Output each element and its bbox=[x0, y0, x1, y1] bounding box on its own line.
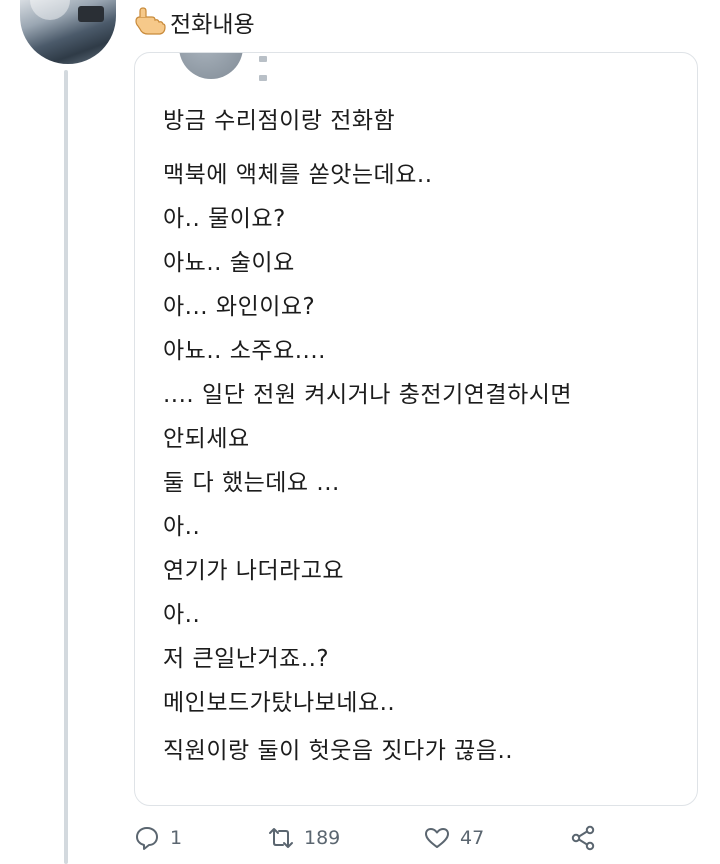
retweet-count: 189 bbox=[304, 827, 341, 849]
text-line: 연기가 나더라고요 bbox=[163, 558, 345, 584]
text-line: 아... 와인이요? bbox=[163, 294, 316, 320]
tweet-actions: 1 189 47 bbox=[134, 822, 614, 854]
text-line: 둘 다 했는데요 ... bbox=[163, 470, 340, 496]
reply-icon bbox=[136, 827, 158, 850]
text-line: 방금 수리점이랑 전화함 bbox=[163, 108, 396, 134]
tweet-header: 전화내용 bbox=[134, 6, 255, 38]
text-line: .... 일단 전원 켜시거나 충전기연결하시면 bbox=[163, 382, 573, 408]
tweet-title: 전화내용 bbox=[170, 12, 255, 38]
text-line: 메인보드가탔나보네요.. bbox=[163, 690, 396, 716]
text-line: 아.. bbox=[163, 602, 201, 628]
retweet-icon bbox=[269, 828, 293, 848]
like-count: 47 bbox=[460, 827, 485, 849]
thread-line bbox=[64, 70, 68, 864]
text-line: 맥북에 액체를 쏟앗는데요.. bbox=[163, 162, 433, 188]
retweet-button[interactable]: 189 bbox=[268, 822, 340, 854]
user-avatar[interactable] bbox=[20, 0, 116, 64]
reply-button[interactable]: 1 bbox=[134, 822, 182, 854]
text-line: 아뇨.. 술이요 bbox=[163, 250, 295, 276]
text-line: 저 큰일난거죠..? bbox=[163, 646, 330, 672]
pointing-hand-icon bbox=[135, 7, 166, 35]
share-button[interactable] bbox=[570, 822, 606, 854]
avatar-camera-shape bbox=[78, 6, 104, 22]
text-line: 아.. bbox=[163, 514, 201, 540]
avatar-highlight bbox=[30, 0, 70, 20]
text-line: 아뇨.. 소주요.... bbox=[163, 338, 326, 364]
tweet-card[interactable]: 방금 수리점이랑 전화함 맥북에 액체를 쏟앗는데요.. 아.. 물이요? 아뇨… bbox=[134, 52, 698, 806]
like-icon bbox=[425, 828, 449, 848]
reply-count: 1 bbox=[170, 827, 183, 849]
text-line: 안되세요 bbox=[163, 426, 250, 452]
quoted-user-name bbox=[259, 53, 359, 81]
quoted-user-avatar bbox=[179, 53, 243, 79]
like-button[interactable]: 47 bbox=[424, 822, 484, 854]
text-line: 아.. 물이요? bbox=[163, 206, 286, 232]
tweet-text: 방금 수리점이랑 전화함 맥북에 액체를 쏟앗는데요.. 아.. 물이요? 아뇨… bbox=[163, 99, 572, 773]
text-line: 직원이랑 둘이 헛웃음 짓다가 끊음.. bbox=[163, 738, 514, 764]
share-icon bbox=[571, 825, 595, 851]
